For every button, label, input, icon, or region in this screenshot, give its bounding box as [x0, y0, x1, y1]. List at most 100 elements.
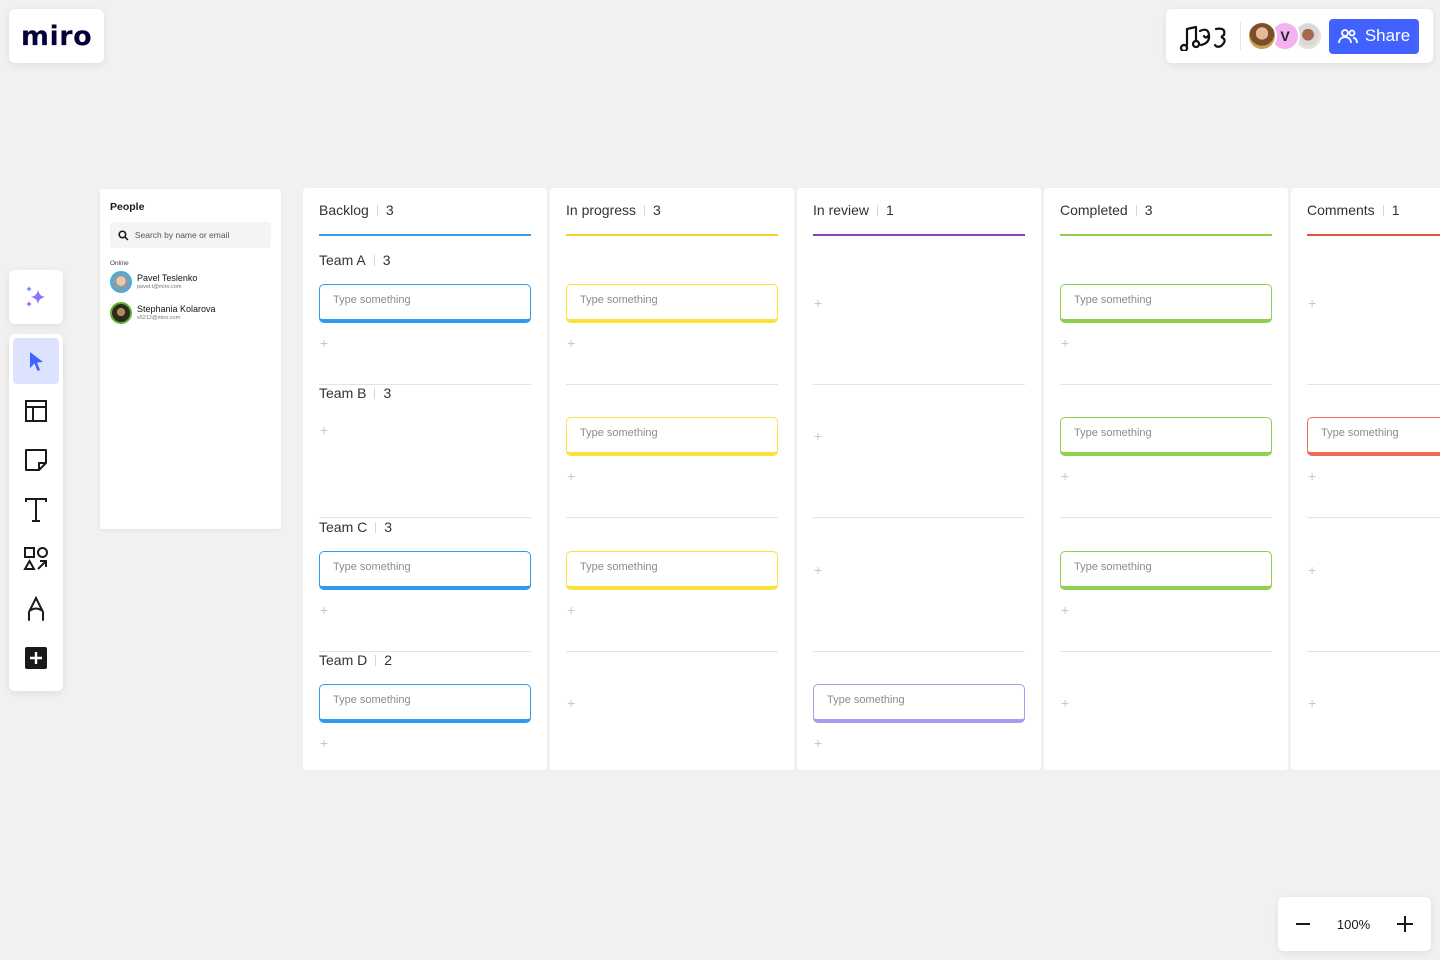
users-icon [1337, 29, 1358, 44]
add-card-button[interactable]: + [320, 336, 328, 350]
divider [375, 522, 377, 533]
people-title: People [110, 201, 145, 213]
tool-text[interactable] [13, 487, 59, 533]
card[interactable]: Type something [319, 684, 531, 723]
add-card-button[interactable]: + [1308, 696, 1316, 710]
card[interactable]: Type something [813, 684, 1025, 723]
lane-cell: + [813, 385, 1025, 518]
person-email: s5212@miro.com [137, 315, 181, 321]
pen-icon [28, 595, 44, 621]
lane-title: Team B [319, 385, 367, 401]
person-item[interactable]: Stephania Kolarova s5212@miro.com [110, 302, 271, 324]
divider [373, 255, 375, 266]
add-card-button[interactable]: + [1061, 336, 1069, 350]
column-header[interactable]: Comments 1 [1307, 202, 1440, 236]
column-in-progress: In progress 3 Type something + Type somethin… [550, 188, 794, 770]
lane-count: 3 [383, 385, 392, 401]
lane-header[interactable]: Team C 3 [319, 519, 392, 535]
add-card-button[interactable]: + [567, 696, 575, 710]
tool-templates[interactable] [13, 388, 59, 434]
share-label: Share [1364, 26, 1411, 45]
top-right-toolbar: V Share [1166, 9, 1433, 63]
add-card-button[interactable]: + [1061, 696, 1069, 710]
card[interactable]: Type something [1060, 284, 1272, 323]
divider [1382, 205, 1384, 216]
divider [1135, 205, 1137, 216]
person-item[interactable]: Pavel Teslenko pavel.t@miro.com [110, 271, 271, 293]
add-card-button[interactable]: + [320, 423, 328, 437]
card[interactable]: Type something [319, 551, 531, 590]
tool-sticky-note[interactable] [13, 437, 59, 483]
column-header[interactable]: Completed 3 [1060, 202, 1272, 236]
share-button[interactable]: Share [1329, 18, 1419, 54]
column-title: In progress [566, 202, 637, 218]
column-backlog: Backlog 3 Team A 3 Type something + Team B 3 + Te… [303, 188, 547, 770]
column-title: Comments [1307, 202, 1375, 218]
column-header[interactable]: Backlog 3 [319, 202, 531, 236]
text-icon [25, 497, 47, 522]
lane-count: 2 [384, 652, 393, 668]
column-header[interactable]: In progress 3 [566, 202, 778, 236]
lane-cell: Team C 3 Type something + [319, 519, 531, 652]
divider [375, 655, 377, 666]
zoom-out-icon[interactable] [1294, 915, 1312, 933]
tool-select[interactable] [13, 338, 59, 384]
add-card-button[interactable]: + [1061, 469, 1069, 483]
card[interactable]: Type something [1307, 417, 1440, 456]
card[interactable]: Type something [1060, 417, 1272, 456]
card[interactable]: Type something [566, 551, 778, 590]
lane-header[interactable]: Team A 3 [319, 252, 391, 268]
lane-title: Team A [319, 252, 366, 268]
add-card-button[interactable]: + [567, 603, 575, 617]
board-doodle-icon[interactable] [1180, 21, 1232, 51]
lane-cell: Type something + [1060, 252, 1272, 385]
add-card-button[interactable]: + [814, 296, 822, 310]
tools-toolbar [9, 334, 63, 691]
tool-pen[interactable] [13, 586, 59, 632]
add-card-button[interactable]: + [1308, 469, 1316, 483]
person-email: pavel.t@miro.com [137, 284, 182, 290]
zoom-level[interactable]: 100% [1337, 917, 1370, 932]
add-card-button[interactable]: + [814, 563, 822, 577]
lane-cell: Team A 3 Type something + [319, 252, 531, 385]
add-card-button[interactable]: + [567, 336, 575, 350]
lane-cell: Type something + [566, 385, 778, 518]
zoom-in-icon[interactable] [1395, 914, 1415, 934]
lane-header[interactable]: Team B 3 [319, 385, 391, 401]
tool-shapes[interactable] [13, 536, 59, 582]
avatar-initial: V [1280, 28, 1290, 44]
people-search-input[interactable] [134, 230, 263, 240]
miro-logo[interactable]: miro [9, 9, 104, 63]
divider [374, 388, 376, 399]
online-label: Online [110, 260, 129, 267]
column-title: In review [813, 202, 870, 218]
add-card-button[interactable]: + [1308, 563, 1316, 577]
add-card-button[interactable]: + [814, 736, 822, 750]
lane-cell: Type something + [566, 519, 778, 652]
divider [644, 205, 646, 216]
add-card-button[interactable]: + [814, 429, 822, 443]
add-card-button[interactable]: + [1061, 603, 1069, 617]
sticky-note-icon [25, 449, 47, 471]
column-in-review: In review 1 + + + Type something + [797, 188, 1041, 770]
card[interactable]: Type something [566, 417, 778, 456]
lane-cell: Type something + [566, 252, 778, 385]
add-card-button[interactable]: + [320, 603, 328, 617]
card[interactable]: Type something [319, 284, 531, 323]
add-card-button[interactable]: + [567, 469, 575, 483]
lane-header[interactable]: Team D 2 [319, 652, 392, 668]
lane-title: Team C [319, 519, 368, 535]
card[interactable]: Type something [1060, 551, 1272, 590]
people-panel: People Online Pavel Teslenko pavel.t@mir… [100, 189, 281, 529]
lane-cell: Team D 2 Type something + [319, 652, 531, 785]
divider [376, 205, 378, 216]
ai-assistant-button[interactable] [9, 270, 63, 324]
add-card-button[interactable]: + [320, 736, 328, 750]
card[interactable]: Type something [566, 284, 778, 323]
collaborator-avatar[interactable] [1247, 21, 1277, 51]
tool-more[interactable] [13, 635, 59, 681]
people-search [110, 222, 271, 248]
lane-cell: Type something + [1060, 385, 1272, 518]
column-header[interactable]: In review 1 [813, 202, 1025, 236]
add-card-button[interactable]: + [1308, 296, 1316, 310]
